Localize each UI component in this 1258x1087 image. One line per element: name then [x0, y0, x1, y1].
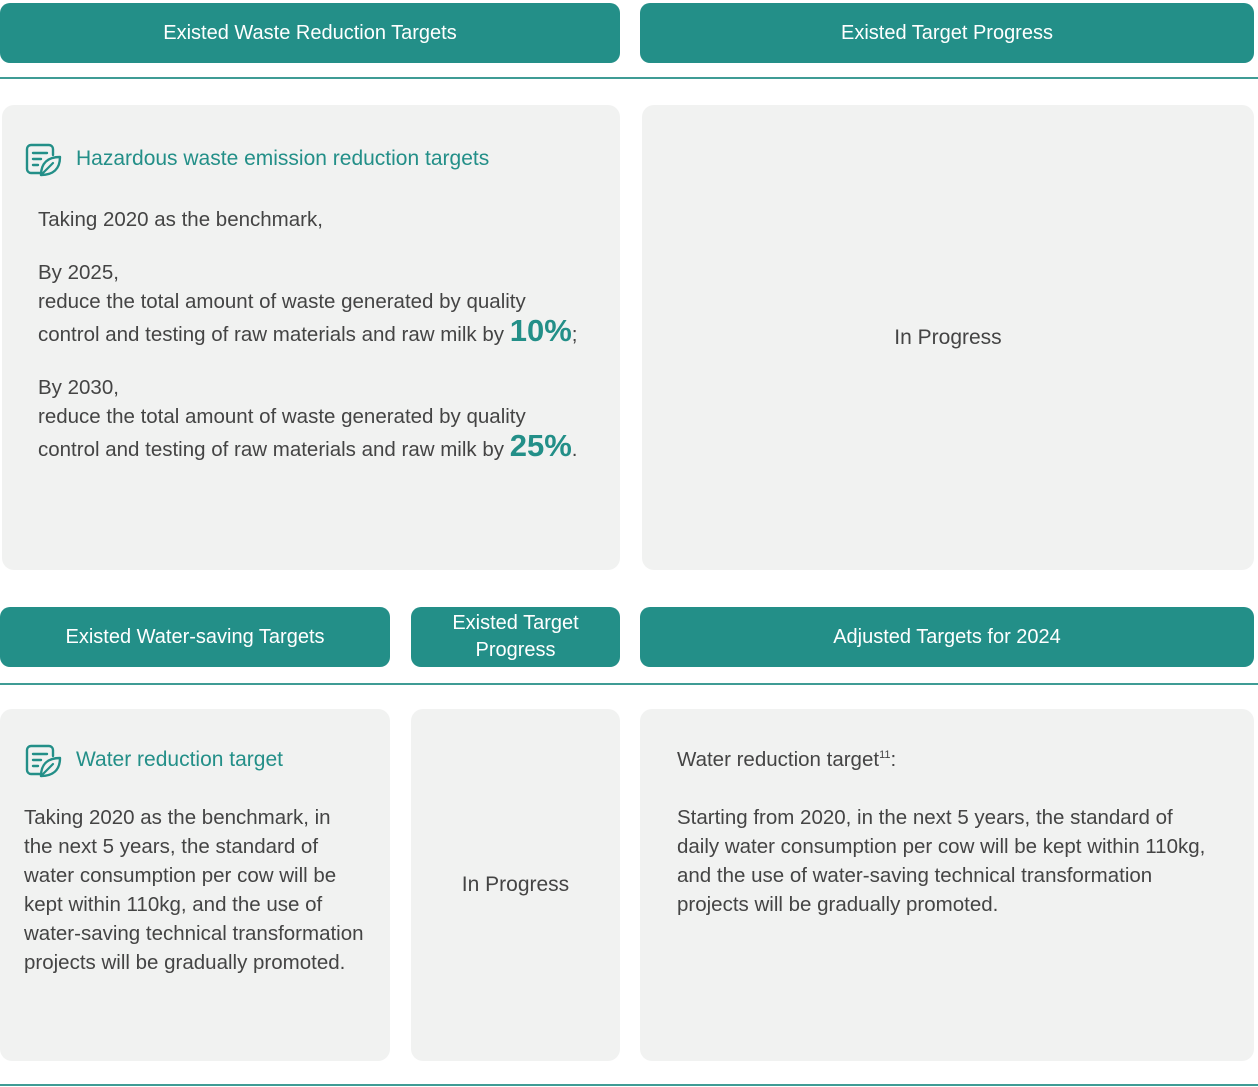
divider-line — [0, 77, 1258, 79]
leaf-document-icon — [25, 744, 62, 778]
water-target-text: Taking 2020 as the benchmark, in the nex… — [24, 806, 364, 974]
target-description: reduce the total amount of waste generat… — [38, 405, 526, 461]
card-title-text: Hazardous waste emission reduction targe… — [76, 147, 490, 170]
water-progress-card: In Progress — [411, 709, 620, 1061]
target-text: reduce the total amount of waste generat… — [38, 402, 578, 464]
target-description: reduce the total amount of waste generat… — [38, 290, 526, 346]
waste-progress-card: In Progress — [642, 105, 1254, 570]
target-year: By 2025, — [38, 261, 119, 284]
target-text: reduce the total amount of waste generat… — [38, 287, 578, 349]
divider-line — [0, 683, 1258, 685]
target-percentage: 25% — [509, 428, 572, 463]
progress-status: In Progress — [894, 325, 1002, 349]
header-label: Existed Target Progress — [452, 612, 579, 661]
hazard-body: Taking 2020 as the benchmark, By 2025, r… — [38, 205, 578, 464]
card-title: Water reduction target — [24, 741, 283, 779]
target-percentage: 10% — [509, 313, 572, 348]
adjusted-targets-card: Water reduction target11: Starting from … — [640, 709, 1254, 1061]
header-existed-target-progress-water: Existed Target Progress — [411, 607, 620, 667]
header-existed-target-progress: Existed Target Progress — [640, 3, 1254, 63]
header-label: Existed Waste Reduction Targets — [163, 21, 457, 44]
punctuation: ; — [571, 323, 578, 346]
punctuation: : — [890, 748, 897, 771]
hazardous-waste-card: Hazardous waste emission reduction targe… — [2, 105, 620, 570]
water-reduction-card: Water reduction target Taking 2020 as th… — [0, 709, 390, 1061]
adjusted-title-text: Water reduction target — [677, 748, 880, 771]
progress-status: In Progress — [461, 873, 570, 896]
target-2030: By 2030, reduce the total amount of wast… — [38, 373, 578, 464]
footnote-marker: 11 — [879, 749, 891, 762]
target-year: By 2030, — [38, 376, 119, 399]
header-label: Adjusted Targets for 2024 — [833, 625, 1061, 648]
leaf-document-icon — [25, 143, 62, 177]
card-title-text: Water reduction target — [76, 748, 283, 771]
header-label: Existed Target Progress — [841, 21, 1053, 44]
adjusted-target-text: Starting from 2020, in the next 5 years,… — [677, 806, 1206, 916]
target-2025: By 2025, reduce the total amount of wast… — [38, 258, 578, 349]
header-existed-waste-reduction-targets: Existed Waste Reduction Targets — [0, 3, 620, 63]
benchmark-text: Taking 2020 as the benchmark, — [38, 208, 323, 231]
header-existed-water-saving-targets: Existed Water-saving Targets — [0, 607, 390, 667]
header-label: Existed Water-saving Targets — [65, 625, 325, 648]
punctuation: . — [571, 438, 578, 461]
header-adjusted-targets-2024: Adjusted Targets for 2024 — [640, 607, 1254, 667]
divider-line — [0, 1084, 1258, 1086]
card-title: Hazardous waste emission reduction targe… — [24, 140, 489, 178]
adjusted-title: Water reduction target11: — [677, 745, 896, 774]
